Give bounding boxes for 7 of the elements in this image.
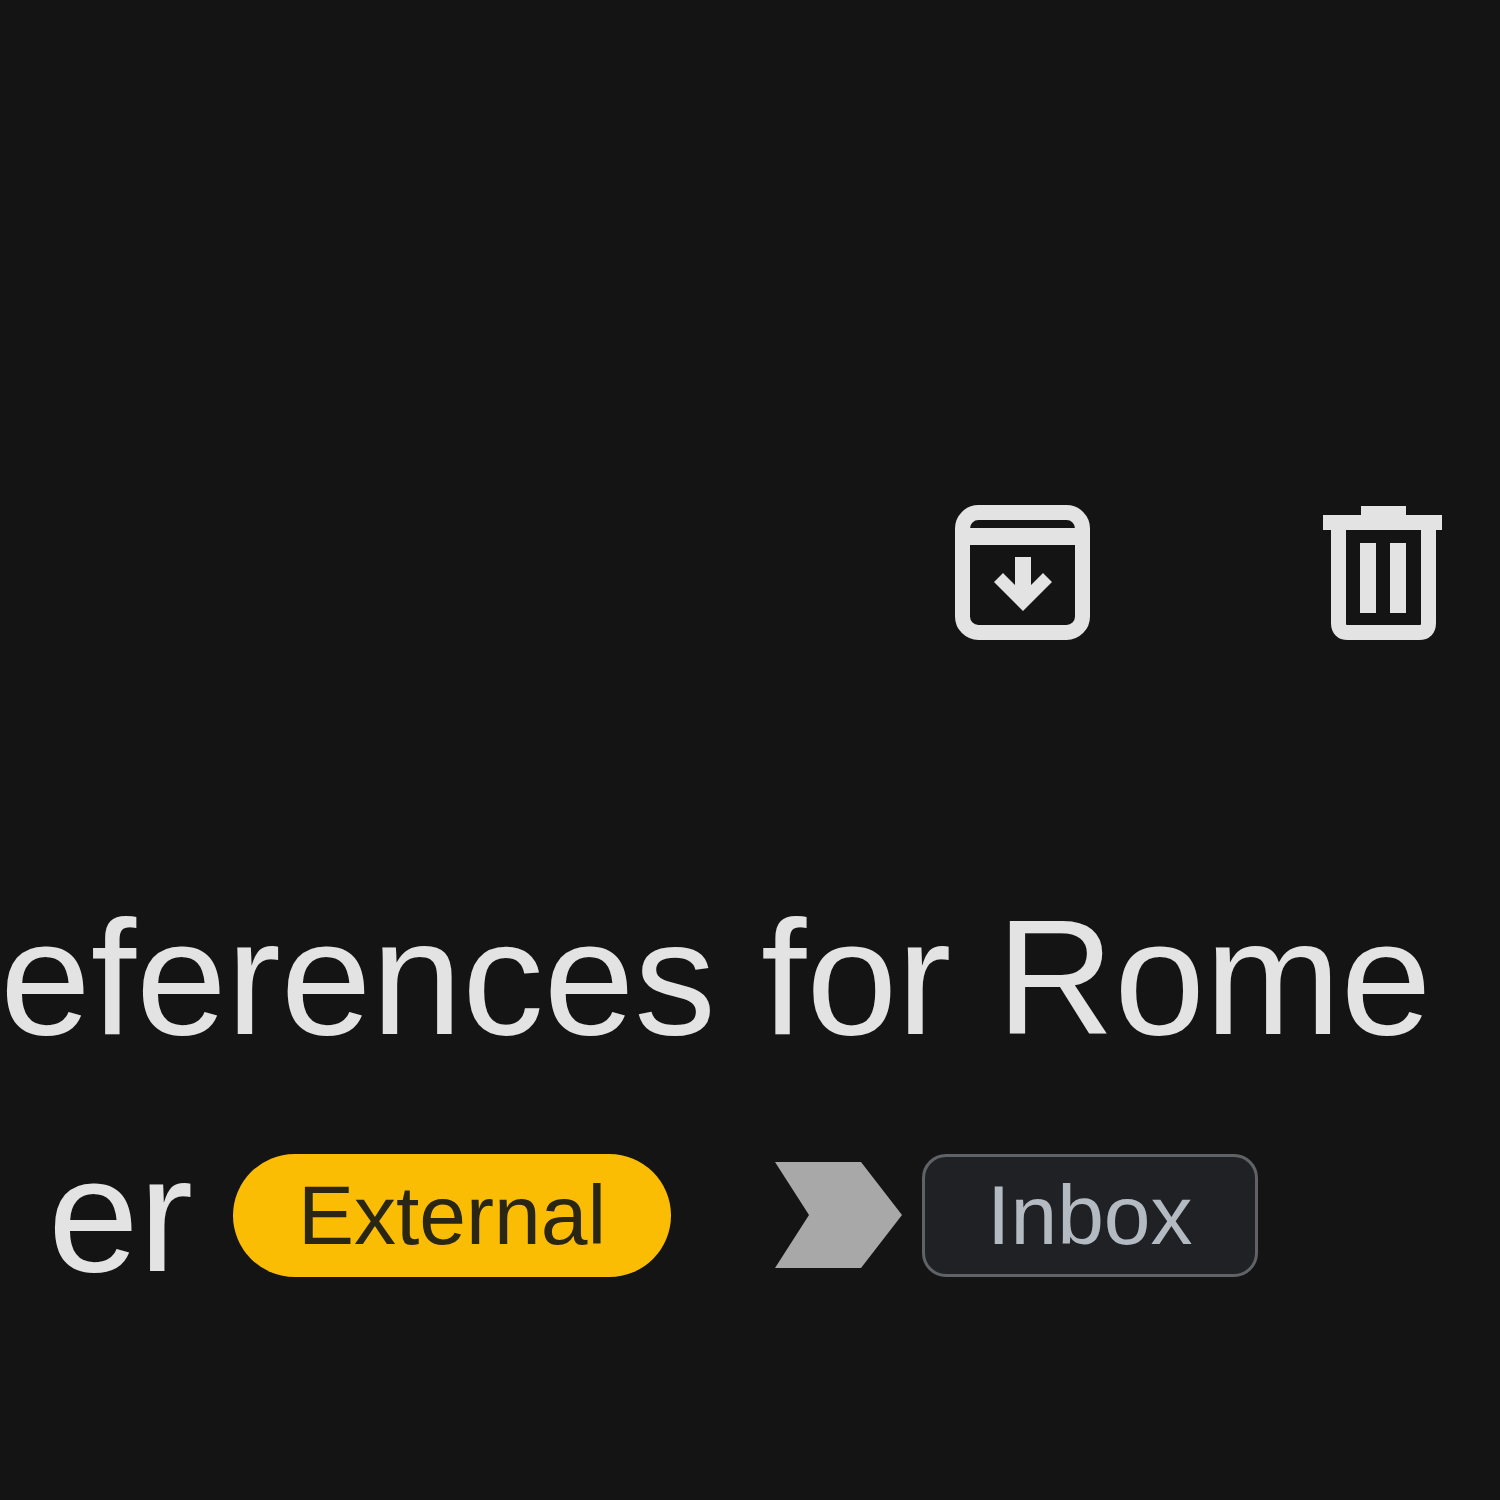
subject-text: eferences for Rome — [0, 885, 1432, 1071]
archive-icon[interactable] — [955, 505, 1090, 640]
subject-text: er — [48, 1122, 193, 1308]
label-chip: Inbox — [922, 1153, 1258, 1277]
importance-marker-icon[interactable] — [775, 1162, 903, 1268]
external-badge: External — [232, 1153, 672, 1277]
delete-icon[interactable] — [1320, 505, 1445, 641]
